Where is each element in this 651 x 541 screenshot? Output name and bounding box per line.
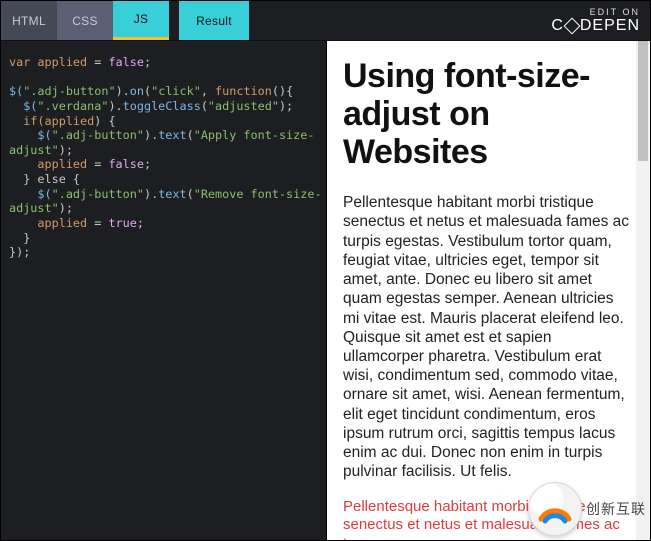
code-token: ). bbox=[144, 128, 158, 142]
code-token: applied bbox=[9, 157, 87, 171]
code-token: ".adj-button" bbox=[52, 128, 144, 142]
code-token: ). bbox=[116, 84, 130, 98]
code-token: ( bbox=[187, 187, 194, 201]
code-token: ) { bbox=[94, 114, 115, 128]
code-token: = bbox=[87, 157, 108, 171]
code-token: ; bbox=[144, 157, 151, 171]
codepen-embed: HTML CSS JS Result EDIT ON C DEPEN var a… bbox=[0, 0, 651, 541]
code-token: } else { bbox=[9, 172, 80, 186]
code-token: $( bbox=[9, 187, 52, 201]
code-token: toggleClass bbox=[123, 99, 201, 113]
cube-icon bbox=[563, 17, 580, 34]
code-token: "click" bbox=[151, 84, 201, 98]
code-token: ); bbox=[59, 201, 73, 215]
code-token: "adjusted" bbox=[208, 99, 279, 113]
code-token: ; bbox=[137, 216, 144, 230]
result-scrollbar[interactable] bbox=[636, 41, 650, 540]
tab-css[interactable]: CSS bbox=[57, 1, 113, 40]
code-token: ( bbox=[187, 128, 194, 142]
code-token: false bbox=[108, 55, 144, 69]
code-token: $( bbox=[9, 84, 23, 98]
code-token: var bbox=[9, 55, 37, 69]
result-heading: Using font-size-adjust on Websites bbox=[343, 57, 634, 171]
js-editor[interactable]: var applied = false; $(".adj-button").on… bbox=[1, 41, 326, 540]
edit-on-label: EDIT ON bbox=[590, 7, 640, 17]
watermark-logo-icon bbox=[528, 482, 582, 536]
result-content: Using font-size-adjust on Websites Pelle… bbox=[327, 41, 650, 540]
code-token: = bbox=[87, 216, 108, 230]
code-token: (){ bbox=[272, 84, 293, 98]
code-token: true bbox=[108, 216, 136, 230]
result-pane: Using font-size-adjust on Websites Pelle… bbox=[326, 41, 650, 540]
code-token: ); bbox=[59, 143, 73, 157]
code-token: ). bbox=[108, 99, 122, 113]
watermark: 创新互联 bbox=[528, 482, 646, 536]
code-token: function bbox=[215, 84, 272, 98]
code-token: on bbox=[130, 84, 144, 98]
result-paragraph-1: Pellentesque habitant morbi tristique se… bbox=[343, 193, 634, 481]
code-token: $( bbox=[9, 99, 37, 113]
code-token: ".verdana" bbox=[37, 99, 108, 113]
code-token: applied bbox=[37, 55, 87, 69]
code-token: } bbox=[9, 231, 30, 245]
code-token: text bbox=[158, 128, 186, 142]
code-token: ; bbox=[144, 55, 151, 69]
code-token: "Remove font-size- bbox=[194, 187, 322, 201]
code-token: , bbox=[201, 84, 215, 98]
codepen-logo: C DEPEN bbox=[551, 17, 640, 35]
code-token: "Apply font-size- bbox=[194, 128, 315, 142]
topbar: HTML CSS JS Result EDIT ON C DEPEN bbox=[1, 1, 650, 41]
code-token: text bbox=[158, 187, 186, 201]
content-split: var applied = false; $(".adj-button").on… bbox=[1, 41, 650, 540]
arc-icon bbox=[535, 489, 575, 529]
code-token: applied bbox=[9, 216, 87, 230]
code-token: applied bbox=[45, 114, 95, 128]
code-token: }); bbox=[9, 245, 30, 259]
code-token: if( bbox=[9, 114, 45, 128]
code-token: ".adj-button" bbox=[23, 84, 115, 98]
code-token: = bbox=[87, 55, 108, 69]
code-token: false bbox=[108, 157, 144, 171]
editor-tabs: HTML CSS JS Result bbox=[1, 1, 249, 40]
tab-js[interactable]: JS bbox=[113, 1, 169, 40]
scrollbar-thumb[interactable] bbox=[638, 41, 648, 161]
code-token: ). bbox=[144, 187, 158, 201]
code-token: ".adj-button" bbox=[52, 187, 144, 201]
code-token: $( bbox=[9, 128, 52, 142]
watermark-label: 创新互联 bbox=[586, 499, 646, 519]
code-token: ( bbox=[201, 99, 208, 113]
tab-html[interactable]: HTML bbox=[1, 1, 57, 40]
brand-letter: C bbox=[551, 17, 564, 35]
tab-result[interactable]: Result bbox=[179, 1, 249, 40]
edit-on-codepen-link[interactable]: EDIT ON C DEPEN bbox=[551, 1, 650, 40]
code-token: adjust" bbox=[9, 143, 59, 157]
code-token: ); bbox=[279, 99, 293, 113]
code-token: adjust" bbox=[9, 201, 59, 215]
brand-word: DEPEN bbox=[580, 17, 640, 35]
